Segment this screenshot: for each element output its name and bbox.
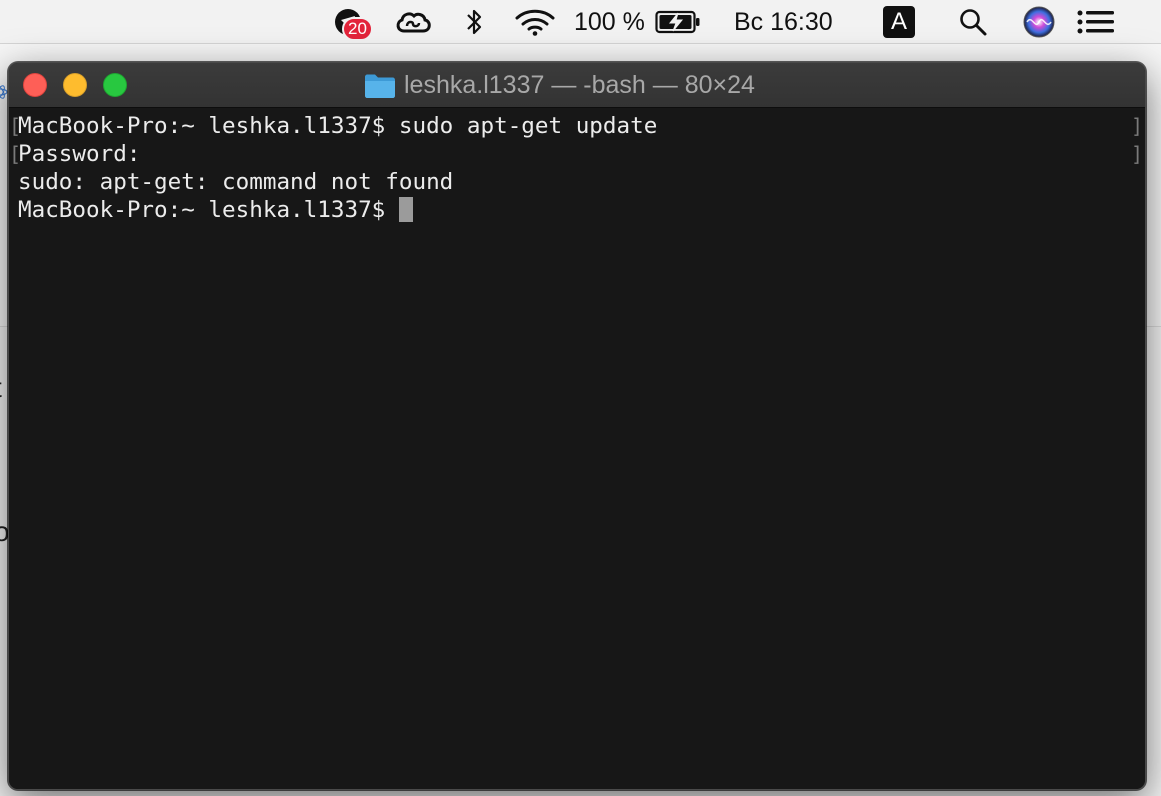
terminal-window[interactable]: leshka.l1337 — -bash — 80×24 [ ] [ ] Mac… <box>8 62 1146 790</box>
wifi-menu-item[interactable] <box>512 0 558 44</box>
clock-menu-item[interactable]: Вс 16:30 <box>734 0 852 44</box>
close-window-button[interactable] <box>23 73 47 97</box>
clock-label: Вс 16:30 <box>734 7 833 36</box>
line-marker-right: ] <box>1130 114 1143 138</box>
terminal-line: Password: <box>18 141 141 167</box>
battery-percent-label: 100 % <box>574 7 645 36</box>
bluetooth-menu-item[interactable] <box>460 0 488 44</box>
terminal-line: sudo: apt-get: command not found <box>18 169 454 195</box>
background-partial-text: t <box>0 372 2 404</box>
prompt-text: MacBook-Pro:~ leshka.l1337$ <box>18 197 399 223</box>
spotlight-search-icon <box>960 9 987 36</box>
siri-menu-item[interactable] <box>1020 0 1058 44</box>
bluetooth-icon <box>467 9 482 35</box>
window-title-group: leshka.l1337 — -bash — 80×24 <box>364 63 755 108</box>
terminal-prompt-line[interactable]: MacBook-Pro:~ leshka.l1337$ <box>18 196 413 224</box>
notification-count-badge: 20 <box>342 17 373 41</box>
notification-center-menu-item[interactable] <box>1074 0 1118 44</box>
minimize-window-button[interactable] <box>63 73 87 97</box>
macos-menu-bar: 20 100 % Вс 16:30 A <box>0 0 1161 44</box>
terminal-title-bar[interactable]: leshka.l1337 — -bash — 80×24 <box>9 63 1145 108</box>
wifi-icon <box>515 9 555 36</box>
input-source-indicator[interactable]: A <box>883 6 915 38</box>
battery-percent[interactable]: 100 % <box>574 0 650 44</box>
terminal-output[interactable]: [ ] [ ] MacBook-Pro:~ leshka.l1337$ sudo… <box>9 108 1145 789</box>
battery-menu-item[interactable] <box>654 0 702 44</box>
text-cursor <box>398 197 413 222</box>
window-title: leshka.l1337 — -bash — 80×24 <box>404 71 755 99</box>
notification-center-icon <box>1077 10 1114 34</box>
siri-icon <box>1023 6 1055 38</box>
zoom-window-button[interactable] <box>103 73 127 97</box>
terminal-line: MacBook-Pro:~ leshka.l1337$ sudo apt-get… <box>18 113 658 139</box>
creative-cloud-icon <box>396 12 431 33</box>
line-marker-right: ] <box>1130 142 1143 166</box>
creative-cloud-menu-item[interactable] <box>392 0 434 44</box>
folder-icon <box>365 74 395 98</box>
spotlight-menu-item[interactable] <box>956 0 990 44</box>
react-atom-icon <box>0 85 8 99</box>
battery-charging-icon <box>655 10 700 34</box>
